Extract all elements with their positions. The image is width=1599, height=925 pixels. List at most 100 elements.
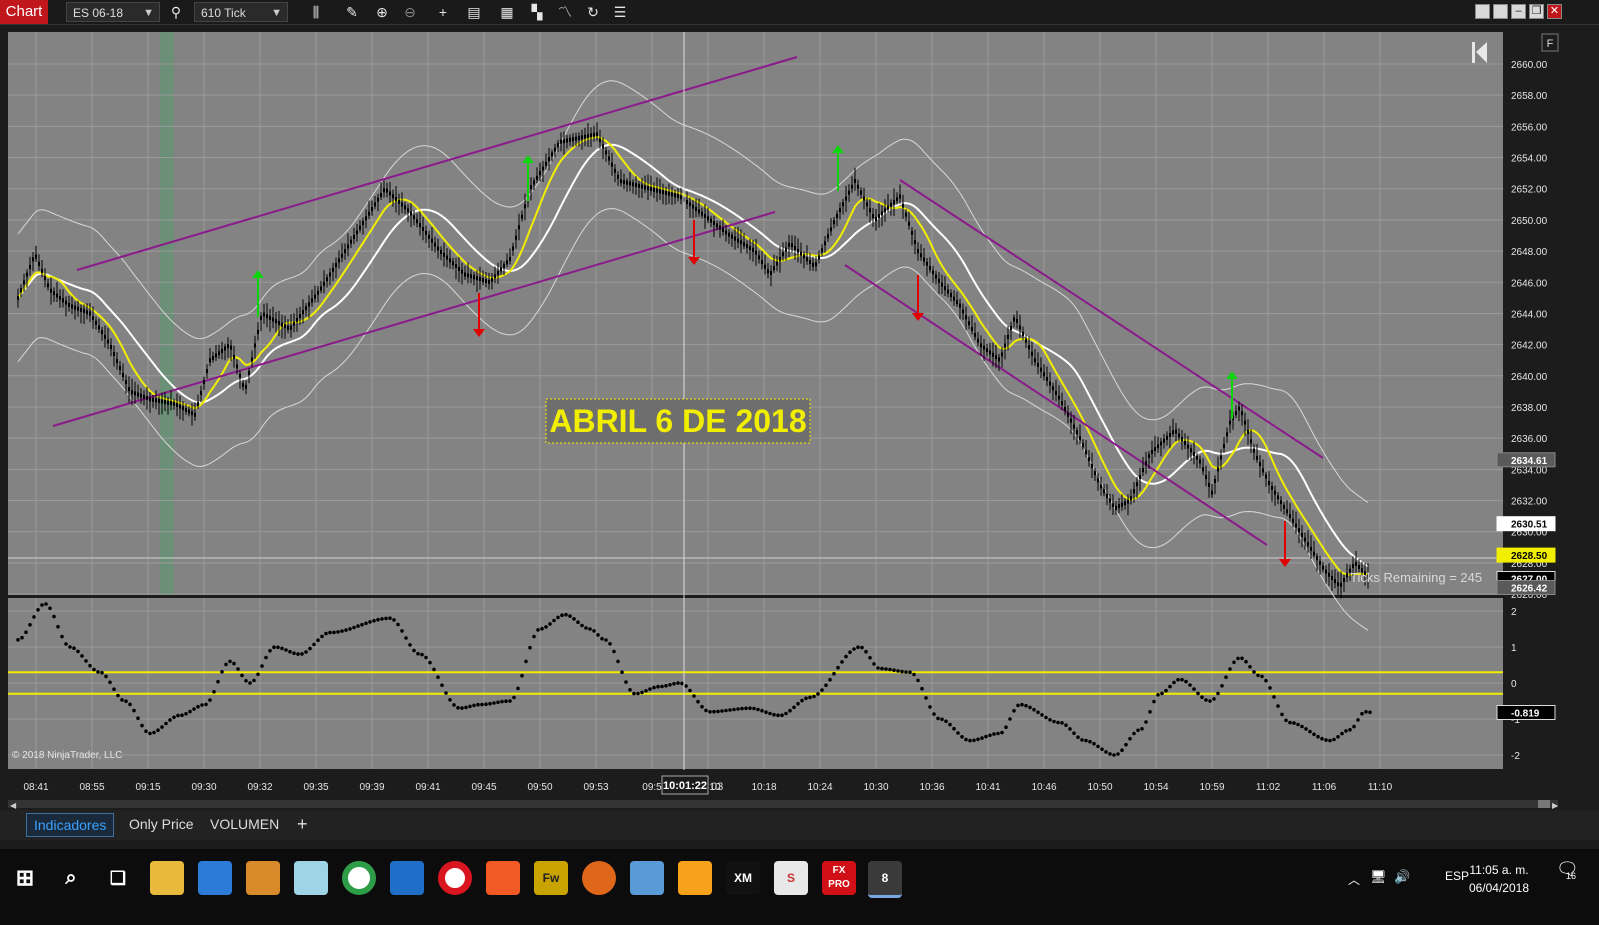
price-bar-body — [1295, 523, 1297, 528]
tray-chevron-icon[interactable]: ︿ — [1348, 871, 1360, 888]
oscillator-point — [968, 738, 972, 743]
slack-icon[interactable]: S — [774, 861, 808, 895]
minimize-icon[interactable]: – — [1511, 4, 1526, 19]
price-bar-body — [569, 137, 571, 142]
scroll-right-icon[interactable]: ▶ — [1552, 801, 1559, 810]
oscillator-point — [436, 675, 440, 679]
strategies-icon[interactable]: ▚ — [527, 3, 547, 21]
close-icon[interactable]: ✕ — [1547, 4, 1562, 19]
indicators-icon[interactable]: 〽 — [555, 3, 575, 21]
notes-icon[interactable] — [294, 861, 328, 895]
search-icon[interactable]: ⚲ — [166, 3, 186, 21]
price-bar-body — [179, 404, 181, 409]
tab-indicadores[interactable]: Indicadores — [26, 813, 115, 837]
price-bar-body — [455, 264, 457, 268]
bar-type-icon[interactable]: ⫼ — [306, 3, 326, 21]
fireworks-icon[interactable]: Fw — [534, 861, 568, 895]
oscillator-point — [984, 734, 988, 739]
task-view-icon[interactable]: ❏ — [101, 861, 135, 895]
oscillator-point — [1060, 721, 1064, 725]
oscillator-point — [588, 627, 592, 631]
oscillator-point — [1340, 731, 1344, 736]
language-indicator[interactable]: ESP — [1445, 869, 1469, 883]
app-icon[interactable] — [390, 861, 424, 895]
volume-icon[interactable]: 🔊 — [1394, 869, 1410, 885]
price-bar-body — [1277, 495, 1279, 500]
zoom-out-icon[interactable]: ⊖ — [400, 3, 420, 21]
scrollbar-thumb[interactable] — [1538, 800, 1550, 808]
zoom-in-icon[interactable]: ⊕ — [372, 3, 392, 21]
price-bar-body — [1073, 424, 1075, 429]
file-explorer-icon[interactable] — [150, 861, 184, 895]
oscillator-point — [1200, 695, 1204, 699]
fxpro-icon[interactable]: FX PRO — [822, 861, 856, 895]
scroll-left-icon[interactable]: ◀ — [10, 801, 17, 810]
restore-icon[interactable]: ❐ — [1529, 4, 1544, 19]
price-bar-body — [272, 317, 274, 322]
horizontal-scrollbar[interactable] — [8, 800, 1558, 808]
media-player-icon[interactable] — [246, 861, 280, 895]
add-tab-button[interactable]: + — [290, 813, 315, 835]
price-bar-body — [1298, 528, 1300, 533]
brave-icon[interactable] — [486, 861, 520, 895]
refresh-icon[interactable]: ↻ — [583, 3, 603, 21]
oscillator-point — [1208, 699, 1212, 703]
instrument-selector[interactable]: ES 06-18 ▼ — [66, 2, 160, 22]
oscillator-point — [624, 680, 628, 684]
oscillator-point — [848, 650, 852, 654]
firefox-icon[interactable] — [582, 861, 616, 895]
oscillator-point — [992, 732, 996, 736]
xm-icon[interactable]: XM — [726, 861, 760, 895]
oscillator-point — [1116, 752, 1120, 756]
taskbar-clock[interactable]: 11:05 a. m. 06/04/2018 — [1469, 861, 1529, 897]
price-axis-label: 2646.00 — [1511, 278, 1548, 289]
tile-icon[interactable] — [1493, 4, 1508, 19]
price-bar-body — [488, 279, 490, 284]
oscillator-point — [820, 688, 824, 692]
price-bar-body — [191, 411, 193, 416]
oscillator-point — [1136, 728, 1140, 733]
price-bar-body — [818, 255, 820, 260]
interval-selector[interactable]: 610 Tick ▼ — [194, 2, 288, 22]
tile-icon[interactable] — [1475, 4, 1490, 19]
search-icon[interactable]: ⌕ — [54, 861, 88, 895]
oscillator-point — [304, 650, 308, 654]
price-bar-body — [1310, 546, 1312, 551]
windows-start-icon[interactable]: ⊞ — [8, 861, 42, 895]
chrome-icon[interactable] — [342, 861, 376, 895]
price-bar-body — [1004, 343, 1006, 348]
price-bar-body — [584, 134, 586, 139]
oscillator-point — [456, 706, 460, 710]
network-icon[interactable]: 🖥 — [1370, 869, 1387, 885]
data-box-icon[interactable]: ▦ — [497, 3, 517, 21]
properties-icon[interactable]: ▤ — [464, 3, 484, 21]
price-bar-body — [413, 215, 415, 220]
list-icon[interactable]: ☰ — [610, 3, 630, 21]
tab-only-price[interactable]: Only Price — [122, 813, 201, 835]
oscillator-point — [272, 645, 276, 649]
opera-icon[interactable] — [438, 861, 472, 895]
chart-canvas[interactable]: 2660.00 2658.00 2656.00 2654.00 2652.00 2650.… — [0, 25, 1599, 810]
notification-center-icon[interactable]: 🗨 16 — [1556, 859, 1579, 881]
draw-pencil-icon[interactable]: ✎ — [342, 3, 362, 21]
app-icon[interactable] — [678, 861, 712, 895]
chart-tab[interactable]: Chart — [0, 0, 48, 24]
oscillator-point — [1232, 660, 1236, 665]
price-bar-body — [146, 396, 148, 400]
crosshair-icon[interactable]: + — [433, 3, 453, 21]
price-bar-body — [296, 317, 298, 322]
price-bar-body — [686, 200, 688, 204]
price-bar-body — [203, 380, 205, 384]
price-bar-body — [125, 380, 127, 384]
price-bar-body — [1352, 564, 1354, 568]
oscillator-point — [288, 649, 292, 654]
chart-panel[interactable]: 2660.00 2658.00 2656.00 2654.00 2652.00 2650.… — [0, 25, 1599, 810]
tab-volumen[interactable]: VOLUMEN — [203, 813, 286, 835]
time-axis-label: 09:45 — [471, 782, 496, 793]
paint-icon[interactable] — [630, 861, 664, 895]
oscillator-point — [636, 691, 640, 696]
ninjatrader-icon[interactable]: 8 — [868, 861, 902, 898]
store-icon[interactable] — [198, 861, 232, 895]
price-bar-body — [968, 321, 970, 326]
oscillator-point — [412, 648, 416, 653]
